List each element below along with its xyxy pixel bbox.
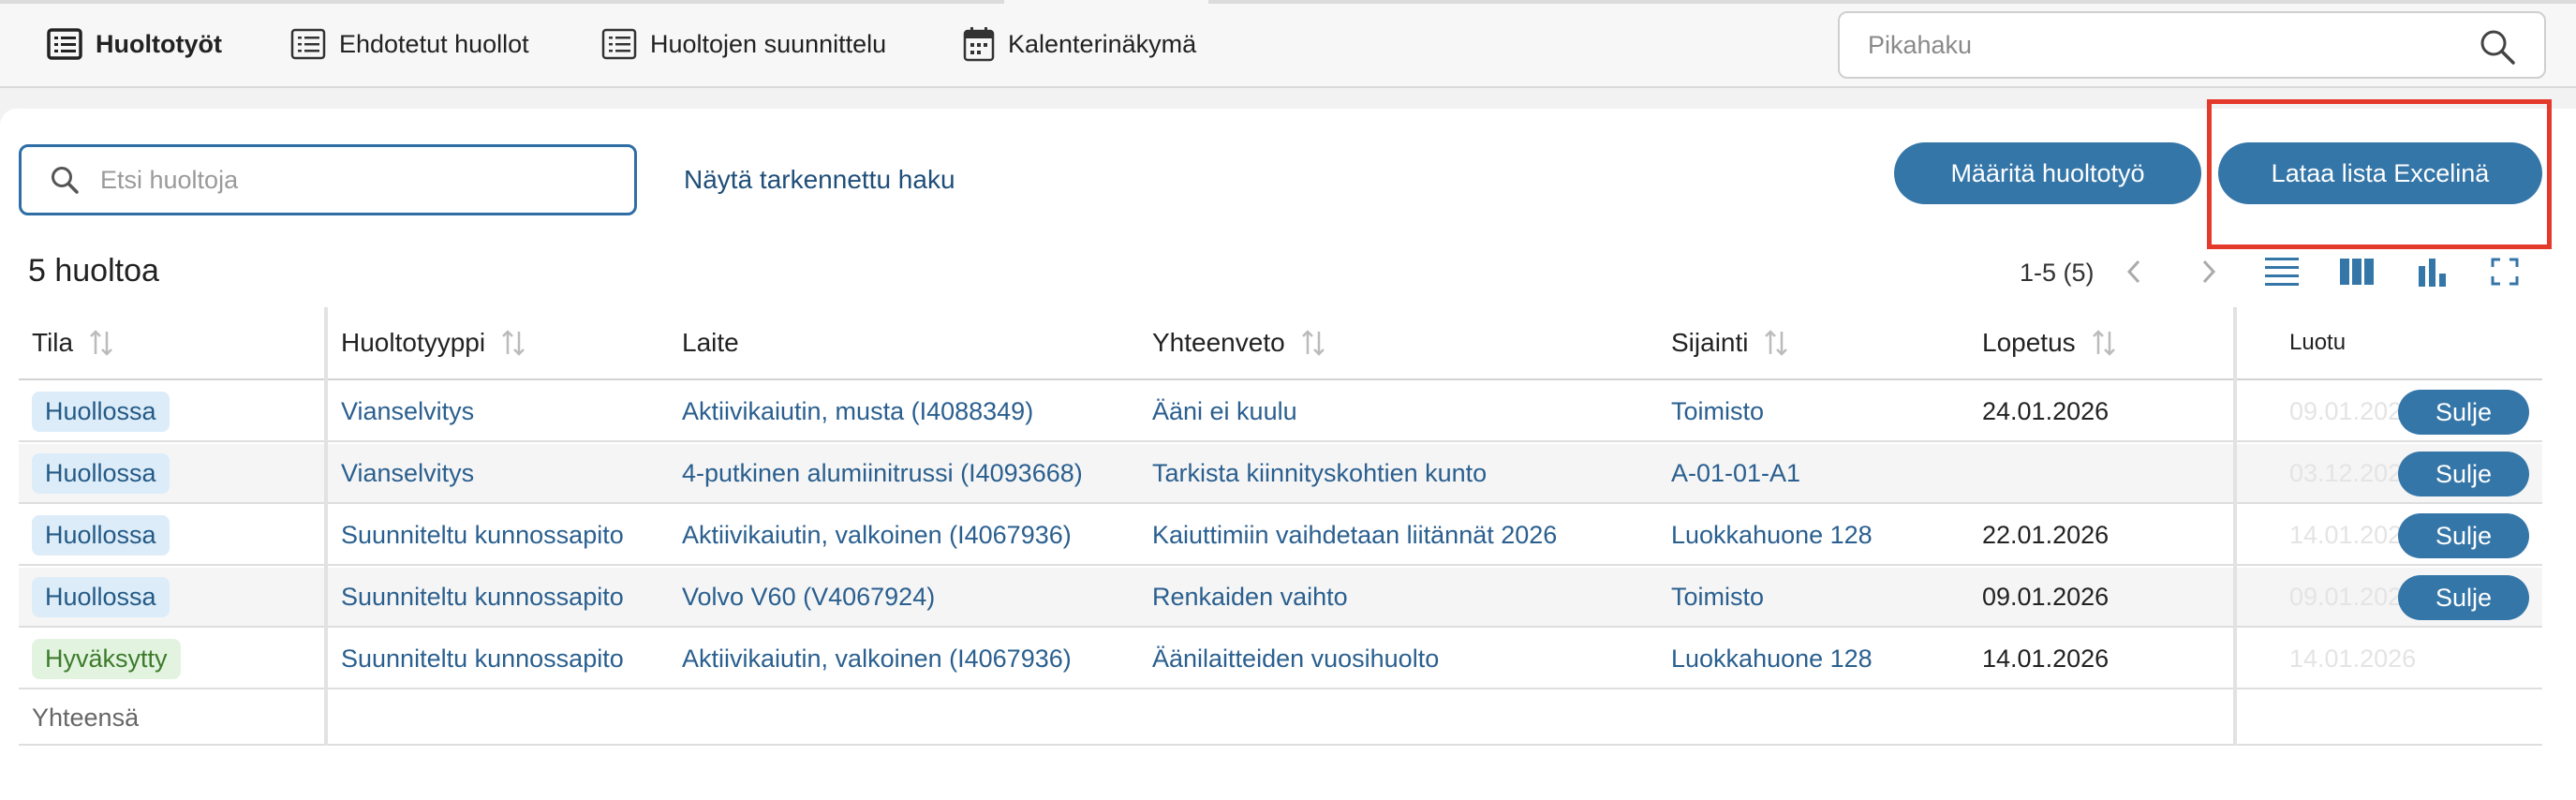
close-button[interactable]: Sulje <box>2398 513 2529 558</box>
column-header-label: Lopetus <box>1982 328 2076 357</box>
column-header-label: Yhteenveto <box>1152 328 1285 357</box>
summary-cell[interactable]: Kaiuttimiin vaihdetaan liitännät 2026 <box>1152 506 1557 564</box>
device-cell[interactable]: Aktiivikaiutin, valkoinen (I4067936) <box>682 630 1072 688</box>
nav-item-huoltotyot[interactable]: Huoltotyöt <box>47 22 222 66</box>
device-cell[interactable]: Volvo V60 (V4067924) <box>682 568 935 626</box>
bar-chart-icon[interactable] <box>2409 249 2454 294</box>
list-icon <box>290 28 326 60</box>
nav-item-label: Huoltojen suunnittelu <box>650 29 887 58</box>
device-cell[interactable]: Aktiivikaiutin, valkoinen (I4067936) <box>682 506 1072 564</box>
table-row[interactable]: Huollossa Suunniteltu kunnossapito Volvo… <box>19 568 2542 628</box>
created-date-cell: 14.01.2026 <box>2289 520 2417 549</box>
end-date-cell: 24.01.2026 <box>1982 396 2110 425</box>
highlight-annotation <box>2207 99 2552 249</box>
nav-item-ehdotetut-huollot[interactable]: Ehdotetut huollot <box>290 22 529 66</box>
top-edge-line <box>1208 0 2576 4</box>
created-date-cell: 14.01.2026 <box>2289 644 2417 673</box>
column-header-label: Tila <box>32 328 74 357</box>
search-box <box>19 144 637 215</box>
summary-cell[interactable]: Renkaiden vaihto <box>1152 568 1348 626</box>
result-count-title: 5 huoltoa <box>28 253 159 289</box>
list-icon <box>601 28 637 60</box>
device-cell[interactable]: Aktiivikaiutin, musta (I4088349) <box>682 382 1033 440</box>
top-edge-line <box>0 0 1004 4</box>
column-header-huoltotyyppi[interactable]: Huoltotyyppi <box>341 307 526 378</box>
end-date-cell: 14.01.2026 <box>1982 644 2110 673</box>
table-row[interactable]: Huollossa Suunniteltu kunnossapito Aktii… <box>19 506 2542 566</box>
location-cell[interactable]: Luokkahuone 128 <box>1671 630 1873 688</box>
sort-icon[interactable] <box>88 329 114 357</box>
top-navigation: Huoltotyöt Ehdotetut huollot Huoltojen s… <box>0 0 2576 88</box>
column-header-lopetus[interactable]: Lopetus <box>1982 307 2117 378</box>
column-header-laite[interactable]: Laite <box>682 307 739 378</box>
column-header-luotu[interactable]: Luotu <box>2289 307 2346 378</box>
status-badge: Hyväksytty <box>32 638 181 679</box>
column-header-label: Laite <box>682 328 739 357</box>
location-cell[interactable]: Toimisto <box>1671 568 1764 626</box>
table-row[interactable]: Huollossa Vianselvitys Aktiivikaiutin, m… <box>19 382 2542 442</box>
device-cell[interactable]: 4-putkinen alumiinitrussi (I4093668) <box>682 444 1083 502</box>
list-bold-icon <box>47 28 82 60</box>
search-icon[interactable] <box>2479 28 2516 66</box>
column-header-sijainti[interactable]: Sijainti <box>1671 307 1789 378</box>
nav-item-huoltojen-suunnittelu[interactable]: Huoltojen suunnittelu <box>601 22 886 66</box>
close-button[interactable]: Sulje <box>2398 452 2529 496</box>
status-badge: Huollossa <box>32 576 170 617</box>
nav-item-label: Kalenterinäkymä <box>1008 29 1197 58</box>
end-date-cell: 09.01.2026 <box>1982 582 2110 611</box>
created-date-cell: 09.01.2026 <box>2289 582 2417 611</box>
column-divider <box>324 307 328 746</box>
nav-item-kalenterinakyma[interactable]: Kalenterinäkymä <box>963 22 1196 66</box>
close-button[interactable]: Sulje <box>2398 575 2529 620</box>
assign-work-button[interactable]: Määritä huoltotyö <box>1894 142 2201 204</box>
quick-search-box <box>1838 11 2546 79</box>
location-cell[interactable]: A-01-01-A1 <box>1671 444 1800 502</box>
summary-cell[interactable]: Äänilaitteiden vuosihuolto <box>1152 630 1439 688</box>
sort-icon[interactable] <box>1300 329 1326 357</box>
type-cell[interactable]: Vianselvitys <box>341 444 474 502</box>
total-label: Yhteensä <box>32 703 140 732</box>
location-cell[interactable]: Luokkahuone 128 <box>1671 506 1873 564</box>
status-badge: Huollossa <box>32 452 170 494</box>
chevron-left-icon[interactable] <box>2111 249 2156 294</box>
table-total-row: Yhteensä <box>19 691 2542 746</box>
summary-cell[interactable]: Tarkista kiinnityskohtien kunto <box>1152 444 1487 502</box>
end-date-cell: 22.01.2026 <box>1982 520 2110 549</box>
close-button[interactable]: Sulje <box>2398 390 2529 435</box>
summary-cell[interactable]: Ääni ei kuulu <box>1152 382 1297 440</box>
column-header-yhteenveto[interactable]: Yhteenveto <box>1152 307 1326 378</box>
status-badge: Huollossa <box>32 391 170 432</box>
type-cell[interactable]: Suunniteltu kunnossapito <box>341 506 624 564</box>
type-cell[interactable]: Suunniteltu kunnossapito <box>341 630 624 688</box>
table-header-row: Tila Huoltotyyppi Laite Yhteenveto Sijai… <box>19 307 2542 380</box>
calendar-icon <box>963 27 995 62</box>
sort-icon[interactable] <box>2091 329 2117 357</box>
column-header-label: Sijainti <box>1671 328 1749 357</box>
nav-item-label: Ehdotetut huollot <box>339 29 529 58</box>
sort-icon[interactable] <box>500 329 526 357</box>
status-badge: Huollossa <box>32 514 170 556</box>
location-cell[interactable]: Toimisto <box>1671 382 1764 440</box>
created-date-cell: 09.01.2026 <box>2289 396 2417 425</box>
columns-icon[interactable] <box>2334 249 2379 294</box>
nav-item-label: Huoltotyöt <box>96 29 222 58</box>
column-header-label: Huoltotyyppi <box>341 328 486 357</box>
density-icon[interactable] <box>2259 249 2304 294</box>
column-header-tila[interactable]: Tila <box>32 307 114 378</box>
pagination-text: 1-5 (5) <box>2020 259 2095 287</box>
type-cell[interactable]: Suunniteltu kunnossapito <box>341 568 624 626</box>
search-input[interactable] <box>100 165 587 195</box>
type-cell[interactable]: Vianselvitys <box>341 382 474 440</box>
sort-icon[interactable] <box>1763 329 1789 357</box>
search-icon <box>52 167 79 194</box>
table-row[interactable]: Huollossa Vianselvitys 4-putkinen alumii… <box>19 444 2542 504</box>
advanced-search-link[interactable]: Näytä tarkennettu haku <box>684 165 955 195</box>
table-row[interactable]: Hyväksytty Suunniteltu kunnossapito Akti… <box>19 630 2542 689</box>
created-date-cell: 03.12.2025 <box>2289 458 2417 487</box>
column-divider <box>2233 307 2237 746</box>
chevron-right-icon[interactable] <box>2186 249 2231 294</box>
fullscreen-icon[interactable] <box>2482 249 2527 294</box>
quick-search-input[interactable] <box>1868 30 2430 60</box>
